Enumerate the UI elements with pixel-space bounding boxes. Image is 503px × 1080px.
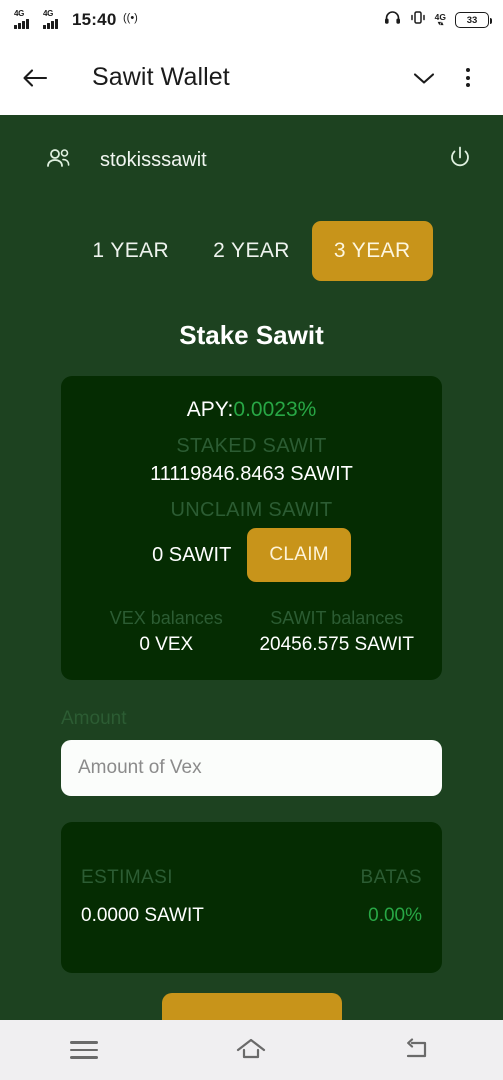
tab-2-year[interactable]: 2 YEAR	[191, 221, 312, 281]
staked-sawit-label: STAKED SAWIT	[176, 435, 327, 457]
staked-sawit-value: 11119846.8463 SAWIT	[150, 463, 353, 485]
batas-column: BATAS 0.00%	[252, 867, 422, 927]
people-icon[interactable]	[44, 147, 72, 174]
android-nav-bar	[0, 1020, 503, 1080]
amount-input-wrapper	[61, 740, 442, 796]
back-icon[interactable]	[396, 1033, 442, 1067]
network-type-label-1: 4G	[14, 9, 25, 18]
duration-tabs: 1 YEAR 2 YEAR 3 YEAR	[0, 221, 503, 281]
headset-icon	[384, 10, 401, 30]
account-row: stokisssawit	[0, 115, 503, 176]
sawit-balance-value: 20456.575 SAWIT	[259, 634, 415, 655]
status-bar-clock: 15:40	[72, 10, 117, 29]
apy-row: APY:0.0023%	[81, 398, 422, 422]
battery-indicator: 33	[455, 12, 492, 28]
tab-1-year[interactable]: 1 YEAR	[70, 221, 191, 281]
unclaim-row: 0 SAWIT CLAIM	[81, 528, 422, 582]
vex-balance-column: VEX balances 0 VEX	[81, 608, 252, 656]
account-name: stokisssawit	[100, 149, 207, 171]
sawit-balance-column: SAWIT balances 20456.575 SAWIT	[252, 608, 423, 656]
page-title: Sawit Wallet	[92, 63, 230, 91]
amount-input[interactable]	[61, 740, 442, 796]
unclaim-sawit-label: UNCLAIM SAWIT	[170, 499, 333, 521]
hotspot-icon: ((•))	[123, 11, 142, 27]
section-title: Stake Sawit	[179, 320, 324, 350]
home-icon[interactable]	[228, 1033, 274, 1067]
recents-icon[interactable]	[61, 1033, 107, 1067]
estimation-card: ESTIMASI 0.0000 SAWIT BATAS 0.00%	[61, 822, 442, 973]
estimasi-value: 0.0000 SAWIT	[81, 905, 204, 926]
network-type-label-2: 4G	[43, 9, 54, 18]
app-bar: Sawit Wallet	[0, 40, 503, 115]
vex-balance-value: 0 VEX	[139, 634, 194, 655]
estimasi-column: ESTIMASI 0.0000 SAWIT	[81, 867, 252, 927]
status-bar: 4G 4G 15:40 ((•)) 4G▾▴	[0, 0, 503, 40]
amount-label: Amount	[61, 708, 127, 729]
estimasi-label: ESTIMASI	[81, 867, 173, 888]
signal-strength-icon-2: 4G	[43, 9, 65, 29]
svg-text:((•)): ((•))	[123, 12, 138, 24]
app-content: stokisssawit 1 YEAR 2 YEAR 3 YEAR Stake …	[0, 115, 503, 1052]
chevron-down-icon[interactable]	[411, 65, 437, 91]
signal-strength-icon-1: 4G	[14, 9, 36, 29]
claim-button[interactable]: CLAIM	[247, 528, 351, 582]
apy-label: APY:	[186, 398, 234, 421]
tab-3-year[interactable]: 3 YEAR	[311, 221, 433, 281]
mobile-data-icon: 4G ▾▴	[434, 11, 446, 28]
stake-info-card: APY:0.0023% STAKED SAWIT 11119846.8463 S…	[61, 376, 442, 680]
vibrate-icon	[410, 10, 426, 30]
batas-label: BATAS	[360, 867, 422, 888]
kebab-menu-icon[interactable]	[455, 65, 481, 91]
status-bar-left: 4G 4G 15:40 ((•))	[14, 9, 142, 30]
battery-level-text: 33	[466, 14, 478, 26]
batas-value: 0.00%	[368, 905, 422, 926]
estimation-row: ESTIMASI 0.0000 SAWIT BATAS 0.00%	[81, 867, 422, 927]
unclaim-sawit-value: 0 SAWIT	[152, 543, 232, 566]
vex-balance-label: VEX balances	[109, 608, 223, 628]
power-icon[interactable]	[447, 145, 473, 176]
balances-row: VEX balances 0 VEX SAWIT balances 20456.…	[81, 608, 422, 656]
sawit-balance-label: SAWIT balances	[270, 608, 404, 628]
apy-value: 0.0023%	[233, 398, 317, 421]
back-arrow-icon[interactable]	[22, 65, 48, 91]
status-bar-right: 4G ▾▴ 33	[384, 10, 492, 30]
